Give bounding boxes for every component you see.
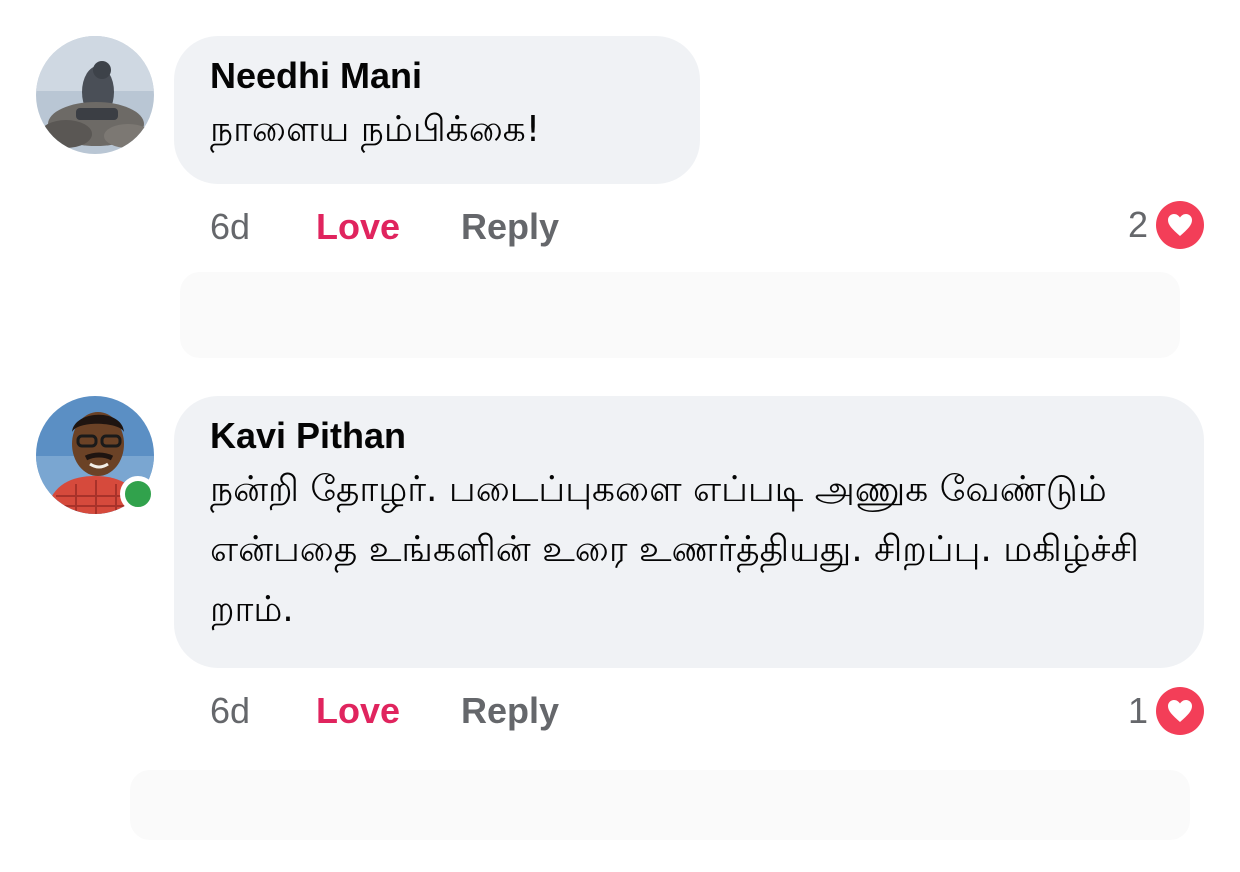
reply-button[interactable]: Reply — [461, 206, 559, 248]
comment-timestamp[interactable]: 6d — [210, 690, 316, 732]
comment-text: நாளைய நம்பிக்கை! — [210, 109, 541, 150]
reaction-count: 1 — [1127, 690, 1148, 731]
avatar[interactable] — [36, 36, 154, 154]
comment-timestamp[interactable]: 6d — [210, 206, 316, 248]
love-button[interactable]: Love — [316, 690, 461, 732]
comment-text: நன்றி தோழர். படைப்புகளை எப்படி அணுக வேண்… — [210, 469, 1139, 630]
divider — [130, 770, 1190, 840]
reaction-summary[interactable]: 2 — [1128, 200, 1204, 250]
reaction-summary[interactable]: 1 — [1128, 686, 1204, 736]
comment-actions: 6d Love Reply — [210, 686, 559, 736]
comments-page: Needhi Mani நாளைய நம்பிக்கை! 6d Love Rep… — [0, 0, 1240, 872]
love-button[interactable]: Love — [316, 206, 461, 248]
comment-actions: 6d Love Reply — [210, 202, 559, 252]
online-status-indicator — [120, 476, 156, 512]
comment-bubble: Needhi Mani நாளைய நம்பிக்கை! — [174, 36, 700, 184]
reaction-count: 2 — [1127, 204, 1148, 245]
statue-avatar-image — [36, 36, 154, 154]
comment-author[interactable]: Kavi Pithan — [210, 414, 1168, 458]
reply-button[interactable]: Reply — [461, 690, 559, 732]
heart-icon — [1156, 687, 1204, 735]
comment-bubble: Kavi Pithan நன்றி தோழர். படைப்புகளை எப்ப… — [174, 396, 1204, 668]
heart-icon — [1156, 201, 1204, 249]
comment-author[interactable]: Needhi Mani — [210, 54, 664, 98]
divider — [180, 272, 1180, 358]
